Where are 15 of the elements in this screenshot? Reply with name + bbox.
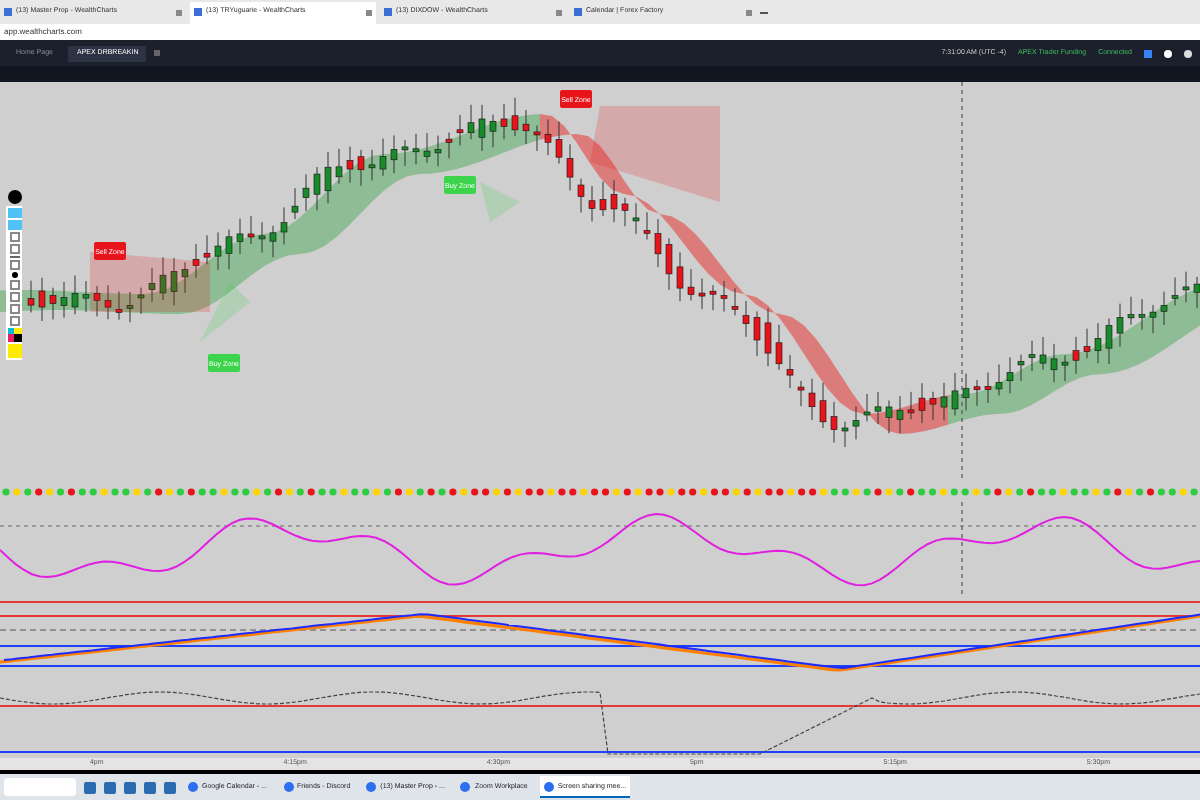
add-tab-icon[interactable] (154, 50, 161, 57)
color-swatch[interactable] (7, 343, 21, 358)
color-palette-icon[interactable] (7, 327, 21, 342)
favicon-icon (384, 8, 392, 17)
app-icon (188, 781, 198, 792)
app-icon (366, 781, 377, 792)
search-field[interactable] (4, 778, 76, 797)
app-icon (460, 781, 471, 792)
zone-shading (590, 105, 720, 202)
favicon-icon (4, 8, 12, 17)
zone-shading (480, 181, 520, 222)
app-icon (283, 781, 293, 792)
app-icon (543, 781, 554, 792)
favicon-icon (194, 8, 202, 17)
favicon-icon (574, 8, 582, 17)
